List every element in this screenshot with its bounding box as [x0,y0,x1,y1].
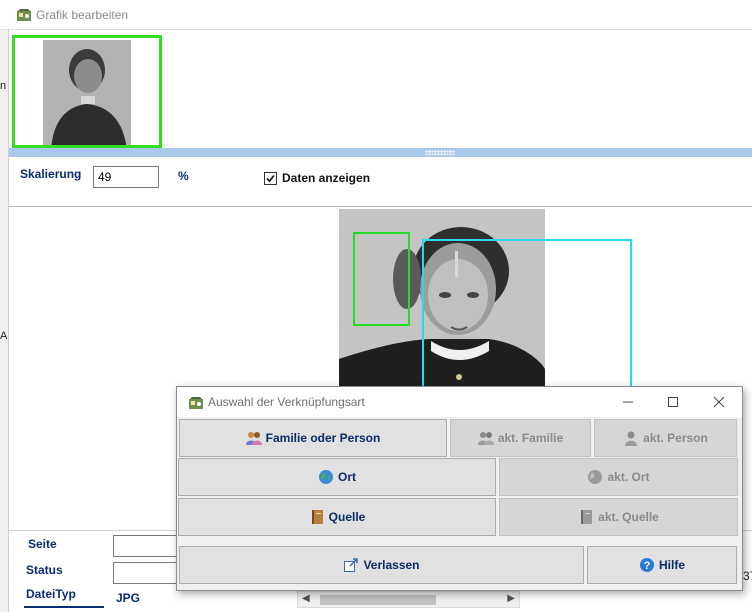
akt-quelle-label: akt. Quelle [598,510,659,524]
maximize-icon[interactable] [663,392,683,412]
akt-person-label: akt. Person [643,431,708,445]
akt-familie-label: akt. Familie [497,431,564,445]
globe-icon [318,469,334,485]
thumbnail-photo [43,40,131,145]
show-data-checkbox[interactable] [264,172,277,185]
dateityp-underline [24,606,104,612]
globe-icon [587,469,603,485]
status-label: Status [26,563,63,577]
scale-label: Skalierung [20,167,82,181]
background-window-text: A [0,330,8,342]
familie-oder-person-label: Familie oder Person [265,431,381,445]
familie-oder-person-button[interactable]: Familie oder Person [179,419,447,457]
close-icon[interactable] [709,392,729,412]
dateityp-label: DateiTyp [26,587,76,601]
show-data-label[interactable]: Daten anzeigen [282,171,370,185]
splitter-grip[interactable] [425,150,455,155]
akt-ort-label: akt. Ort [607,470,650,484]
hilfe-button[interactable]: ? Hilfe [587,546,737,584]
scale-unit: % [178,169,189,183]
akt-familie-button[interactable]: akt. Familie [450,419,591,457]
status-field[interactable] [113,562,183,584]
book-icon [578,509,594,525]
quelle-label: Quelle [328,510,366,524]
verlassen-button[interactable]: Verlassen [179,546,584,584]
exit-icon [343,557,359,573]
main-title-bar[interactable]: Grafik bearbeiten [0,0,752,30]
selection-box-cyan[interactable] [422,239,632,389]
background-window-edge: le n A [0,0,9,612]
dialog-title: Auswahl der Verknüpfungsart [208,395,365,409]
svg-text:?: ? [644,560,651,572]
window-title: Grafik bearbeiten [36,8,129,22]
family-icon [245,430,262,446]
person-icon [623,430,639,446]
selection-box-green[interactable] [353,232,410,326]
book-icon [309,509,325,525]
background-window-text: n [0,80,7,92]
splitter[interactable] [9,148,752,157]
quelle-button[interactable]: Quelle [178,498,496,536]
akt-ort-button[interactable]: akt. Ort [499,458,738,496]
scroll-left-icon[interactable]: ◀ [302,593,310,604]
ort-label: Ort [338,470,356,484]
scrollbar-thumb[interactable] [320,595,436,605]
seite-field[interactable] [113,535,183,557]
scroll-right-icon[interactable]: ▶ [507,593,515,604]
minimize-icon[interactable] [618,392,638,412]
right-number-fragment: 37 [743,569,752,583]
app-icon [16,7,32,23]
akt-person-button[interactable]: akt. Person [594,419,737,457]
seite-label: Seite [28,537,57,551]
ort-button[interactable]: Ort [178,458,496,496]
help-icon: ? [639,557,655,573]
scale-input[interactable]: 49 [93,166,159,188]
dialog-title-bar[interactable]: Auswahl der Verknüpfungsart [177,387,742,417]
family-icon [477,430,494,446]
hilfe-label: Hilfe [658,558,685,572]
akt-quelle-button[interactable]: akt. Quelle [499,498,738,536]
horizontal-scrollbar[interactable]: ◀ ▶ [297,591,520,608]
verlassen-label: Verlassen [363,558,420,572]
link-type-dialog: Auswahl der Verknüpfungsart Familie oder… [176,386,743,591]
checkmark-icon [266,174,275,183]
dateityp-value: JPG [116,591,141,605]
dialog-app-icon [188,395,204,411]
thumbnail-selected[interactable] [12,35,162,148]
